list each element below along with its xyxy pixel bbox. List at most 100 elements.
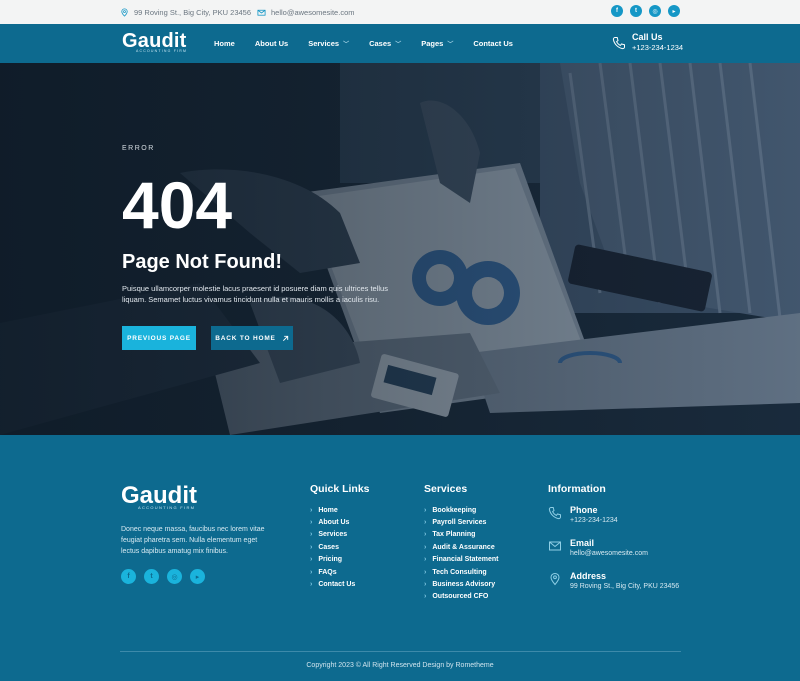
nav-item-label: Cases: [369, 39, 392, 48]
chevron-right-icon: ›: [310, 568, 313, 576]
info-address: Address 99 Roving St., Big City, PKU 234…: [548, 570, 679, 592]
service-link-payroll[interactable]: › Payroll Services: [424, 516, 498, 528]
chevron-right-icon: ›: [310, 506, 313, 514]
error-code: 404: [122, 168, 233, 242]
footer-information: Information Phone +123-234-1234 Email he…: [548, 483, 679, 603]
nav-item-label: Pages: [421, 39, 444, 48]
hero-section: ERROR 404 Page Not Found! Puisque ullamc…: [0, 63, 800, 435]
info-phone: Phone +123-234-1234: [548, 504, 679, 526]
nav-item-label: Home: [214, 39, 235, 48]
twitter-icon[interactable]: t: [144, 569, 159, 584]
quick-link-home[interactable]: › Home: [310, 504, 370, 516]
mail-icon: [549, 541, 561, 551]
topbar-email-text: hello@awesomesite.com: [271, 7, 355, 17]
chevron-right-icon: ›: [424, 543, 427, 551]
footer: Gaudit ACCOUNTING FIRM Donec neque massa…: [0, 435, 800, 681]
facebook-icon[interactable]: f: [611, 5, 623, 17]
chevron-right-icon: ›: [424, 506, 427, 514]
top-bar: 99 Roving St., Big City, PKU 23456 hello…: [0, 0, 800, 24]
instagram-icon[interactable]: ◎: [649, 5, 661, 17]
address-value: 99 Roving St., Big City, PKU 23456: [570, 583, 680, 590]
chevron-down-icon: ﹀: [447, 42, 454, 48]
page-title: Page Not Found!: [122, 251, 282, 273]
quick-link-label: Pricing: [318, 556, 343, 564]
phone-title: Phone: [570, 505, 598, 515]
youtube-icon[interactable]: ▸: [668, 5, 680, 17]
service-link-financial[interactable]: › Financial Statement: [424, 554, 498, 566]
phone-icon: [612, 36, 625, 49]
quick-link-label: Services: [318, 531, 348, 539]
instagram-icon[interactable]: ◎: [167, 569, 182, 584]
arrow-up-right-icon: [282, 335, 288, 341]
chevron-right-icon: ›: [424, 519, 427, 527]
chevron-right-icon: ›: [310, 531, 313, 539]
previous-page-button[interactable]: PREVIOUS PAGE: [122, 326, 196, 350]
error-eyebrow: ERROR: [122, 145, 155, 152]
email-value[interactable]: hello@awesomesite.com: [570, 549, 648, 559]
chevron-right-icon: ›: [424, 581, 427, 589]
twitter-icon[interactable]: t: [630, 5, 642, 17]
chevron-right-icon: ›: [310, 543, 313, 551]
youtube-icon[interactable]: ▸: [190, 569, 205, 584]
chevron-right-icon: ›: [424, 531, 427, 539]
topbar-address-text: 99 Roving St., Big City, PKU 23456: [134, 7, 252, 17]
nav-item-label: Contact Us: [473, 39, 513, 48]
chevron-right-icon: ›: [424, 593, 427, 601]
call-us-number: +123-234-1234: [632, 43, 684, 52]
service-link-label: Payroll Services: [432, 519, 487, 527]
logo[interactable]: Gaudit ACCOUNTING FIRM: [122, 30, 187, 53]
quick-link-services[interactable]: › Services: [310, 529, 370, 541]
service-link-audit[interactable]: › Audit & Assurance: [424, 541, 498, 553]
chevron-right-icon: ›: [424, 568, 427, 576]
call-us[interactable]: Call Us +123-234-1234: [612, 32, 683, 53]
service-link-label: Bookkeeping: [432, 506, 477, 514]
quick-links-heading: Quick Links: [310, 483, 370, 495]
quick-link-pricing[interactable]: › Pricing: [310, 554, 370, 566]
footer-about-text: Donec neque massa, faucibus nec lorem vi…: [121, 526, 265, 555]
services-heading: Services: [424, 483, 468, 495]
nav-menu: Home About Us Services ﹀ Cases ﹀ Pages ﹀ Co…: [214, 24, 513, 63]
facebook-icon[interactable]: f: [121, 569, 136, 584]
quick-link-faqs[interactable]: › FAQs: [310, 566, 370, 578]
info-email: Email hello@awesomesite.com: [548, 537, 679, 559]
copyright-text: Copyright 2023 © All Right Reserved Desi…: [306, 662, 494, 669]
quick-link-label: Home: [318, 506, 338, 514]
chevron-right-icon: ›: [310, 581, 313, 589]
footer-logo[interactable]: Gaudit ACCOUNTING FIRM: [121, 483, 197, 511]
nav-item-cases[interactable]: Cases ﹀: [369, 39, 401, 48]
nav-item-pages[interactable]: Pages ﹀: [421, 39, 453, 48]
nav-item-home[interactable]: Home: [214, 39, 235, 48]
service-link-label: Tax Planning: [432, 531, 476, 539]
back-to-home-label: BACK TO HOME: [215, 334, 276, 342]
phone-value[interactable]: +123-234-1234: [570, 516, 618, 526]
service-link-label: Financial Statement: [432, 556, 499, 564]
logo-tagline: ACCOUNTING FIRM: [136, 49, 188, 53]
service-link-advisory[interactable]: › Business Advisory: [424, 578, 498, 590]
hero-description: Puisque ullamcorper molestie lacus praes…: [122, 284, 388, 304]
quick-link-cases[interactable]: › Cases: [310, 541, 370, 553]
service-link-label: Outsourced CFO: [432, 593, 489, 601]
service-link-cfo[interactable]: › Outsourced CFO: [424, 591, 498, 603]
service-link-label: Audit & Assurance: [432, 543, 495, 551]
quick-link-label: FAQs: [318, 568, 337, 576]
nav-item-services[interactable]: Services ﹀: [308, 39, 349, 48]
service-link-label: Business Advisory: [432, 581, 496, 589]
service-link-tech[interactable]: › Tech Consulting: [424, 566, 498, 578]
footer-logo-tagline: ACCOUNTING FIRM: [138, 505, 196, 510]
footer-quick-links: Quick Links › Home › About Us › Services › C…: [310, 483, 370, 591]
quick-link-about[interactable]: › About Us: [310, 516, 370, 528]
nav-item-contact[interactable]: Contact Us: [473, 39, 513, 48]
topbar-email[interactable]: hello@awesomesite.com: [257, 0, 354, 24]
main-nav: Gaudit ACCOUNTING FIRM Home About Us Ser…: [0, 24, 800, 63]
nav-item-about[interactable]: About Us: [255, 39, 288, 48]
call-us-title: Call Us: [632, 32, 663, 42]
service-link-label: Tech Consulting: [432, 568, 487, 576]
service-link-tax[interactable]: › Tax Planning: [424, 529, 498, 541]
footer-divider: [120, 651, 681, 652]
quick-link-contact[interactable]: › Contact Us: [310, 578, 370, 590]
chevron-right-icon: ›: [310, 556, 313, 564]
address-title: Address: [570, 571, 607, 581]
footer-social: f t ◎ ▸: [121, 569, 205, 584]
back-to-home-button[interactable]: BACK TO HOME: [211, 326, 293, 350]
service-link-bookkeeping[interactable]: › Bookkeeping: [424, 504, 498, 516]
